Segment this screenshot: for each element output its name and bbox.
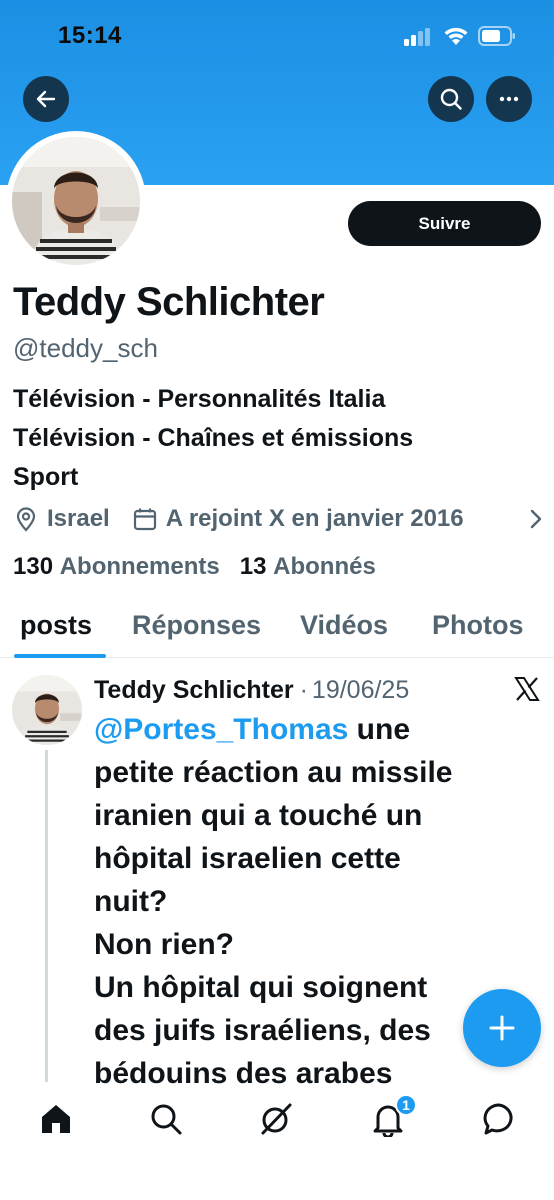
post-date: 19/06/25	[311, 675, 410, 704]
search-icon	[440, 88, 462, 110]
thread-line	[45, 750, 48, 1082]
following-count: 130	[13, 553, 54, 580]
post-line: Non rien?	[94, 928, 234, 961]
following-label: Abonnements	[59, 553, 220, 580]
post-line: petite réaction au missile	[94, 756, 453, 789]
post-separator: ·	[299, 675, 308, 704]
profile-handle: @teddy_sch	[13, 333, 158, 363]
plus-icon	[489, 1015, 515, 1041]
bio-line: Télévision - Personnalités Italia	[13, 385, 386, 413]
follow-counts: 130 Abonnements 13 Abonnés	[13, 553, 376, 581]
profile-avatar[interactable]	[12, 137, 140, 265]
search-icon[interactable]	[148, 1101, 184, 1137]
post-avatar[interactable]	[12, 675, 82, 745]
bottom-nav	[0, 1085, 554, 1200]
post-line: Un hôpital qui soignent	[94, 971, 428, 1004]
back-button[interactable]	[23, 76, 69, 122]
tab-photos[interactable]: Photos	[432, 610, 524, 641]
post-mention[interactable]: @Portes_Thomas	[94, 713, 348, 746]
tab-replies[interactable]: Réponses	[132, 610, 261, 641]
chevron-right-icon[interactable]	[528, 508, 544, 530]
calendar-icon	[133, 508, 156, 531]
post-line: @Portes_Thomas une	[94, 708, 524, 751]
post-line: iranien qui a touché un	[94, 799, 423, 832]
follow-button[interactable]: Suivre	[348, 201, 541, 246]
followers-count: 13	[239, 553, 267, 580]
profile-location: Israel	[47, 505, 110, 532]
active-tab-indicator	[14, 654, 106, 658]
profile-tabs: posts Réponses Vidéos Photos	[0, 600, 554, 658]
tab-posts[interactable]: posts	[20, 610, 92, 641]
post-author[interactable]: Teddy Schlichter	[94, 676, 294, 705]
status-time: 15:14	[58, 22, 122, 49]
grok-icon[interactable]	[258, 1101, 294, 1137]
avatar-photo	[12, 675, 82, 745]
compose-button[interactable]	[463, 989, 541, 1067]
post-line-text: une	[348, 713, 410, 746]
profile-joined-date: A rejoint X en janvier 2016	[165, 505, 464, 532]
notification-badge: 1	[395, 1094, 417, 1116]
wifi-icon	[444, 27, 468, 45]
followers-label: Abonnés	[273, 553, 376, 580]
profile-meta: Israel A rejoint X en janvier 2016	[13, 502, 464, 536]
bio-line: Sport	[13, 463, 79, 491]
more-options-button[interactable]	[486, 76, 532, 122]
battery-icon	[478, 26, 515, 46]
messages-icon[interactable]	[481, 1101, 517, 1137]
following-link[interactable]: 130 Abonnements	[13, 553, 226, 580]
x-logo-icon	[514, 677, 540, 701]
post-line: des juifs israéliens, des	[94, 1014, 431, 1047]
home-icon[interactable]	[38, 1101, 74, 1137]
post-body: @Portes_Thomas une petite réaction au mi…	[94, 708, 524, 1095]
search-button[interactable]	[428, 76, 474, 122]
arrow-left-icon	[36, 90, 56, 108]
followers-link[interactable]: 13 Abonnés	[240, 553, 376, 580]
status-bar: 15:14	[0, 0, 554, 72]
bio-line: Télévision - Chaînes et émissions	[13, 424, 414, 452]
avatar-photo	[12, 137, 140, 265]
profile-name: Teddy Schlichter	[13, 280, 325, 324]
post-line: nuit?	[94, 885, 168, 918]
tab-videos[interactable]: Vidéos	[300, 610, 388, 641]
post-header: Teddy Schlichter · 19/06/25	[94, 673, 409, 707]
cellular-signal-icon	[404, 28, 434, 46]
location-pin-icon	[16, 507, 36, 532]
profile-bio: Télévision - Personnalités Italia Télévi…	[13, 380, 413, 497]
more-dots-icon	[499, 96, 519, 102]
post-line: hôpital israelien cette	[94, 842, 401, 875]
